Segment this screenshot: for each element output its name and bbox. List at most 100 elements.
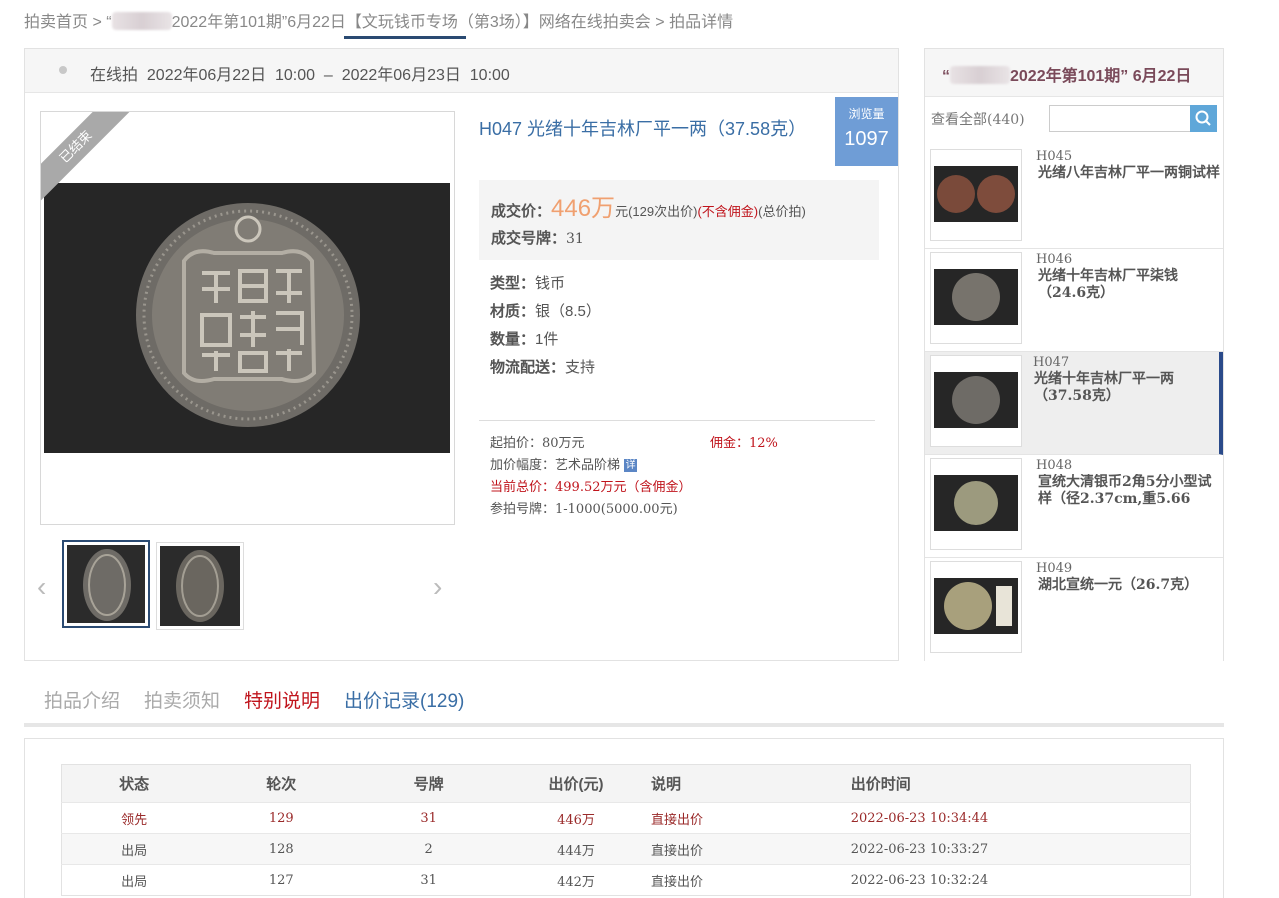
bid-note: 直接出价	[650, 833, 851, 865]
tab-notice[interactable]: 拍卖须知	[144, 686, 220, 713]
search-icon	[1195, 110, 1211, 126]
lot-thumbnail	[930, 561, 1022, 653]
tab-intro[interactable]: 拍品介绍	[44, 686, 120, 713]
col-paddle: 号牌	[356, 764, 502, 803]
table-row: 领先 129 31 446万 直接出价 2022-06-23 10:34:44	[61, 802, 1191, 834]
lot-thumbnail-image	[934, 166, 1018, 222]
bid-increment: 加价幅度：艺术品阶梯	[490, 458, 621, 473]
col-status: 状态	[61, 764, 207, 803]
price-box: 成交价：446万元(129次出价)(不含佣金)(总价拍) 成交号牌：31	[479, 180, 879, 260]
coin-illustration	[954, 481, 998, 525]
lot-code: H045	[1036, 149, 1073, 164]
tab-bid-records[interactable]: 出价记录(129)	[344, 686, 464, 713]
final-price-label: 成交价：	[491, 203, 552, 220]
winning-paddle-value: 31	[566, 231, 584, 247]
lot-name: 光绪十年吉林厂平柒钱（24.6克）	[1038, 268, 1178, 301]
bid-amount: 442万	[501, 864, 651, 896]
lot-list-item-current[interactable]: H047 光绪十年吉林厂平一两（37.58克）	[925, 352, 1223, 455]
breadcrumb-auction-name: 2022年第101期”6月22日【文玩钱币专场（第3场）】网络在线拍卖会	[171, 14, 651, 31]
lot-thumbnail	[930, 355, 1022, 447]
lot-code: H049	[1036, 561, 1073, 576]
breadcrumb-home-link[interactable]: 拍卖首页	[24, 14, 88, 31]
redacted-text-blur	[950, 66, 1010, 84]
side-title-quote: “	[942, 68, 950, 85]
lot-search-input[interactable]	[1049, 105, 1191, 132]
attribute-value: 1件	[535, 331, 559, 348]
attribute-value: 钱币	[535, 275, 566, 292]
lot-name: 湖北宣统一元（26.7克）	[1038, 577, 1199, 593]
attribute-quantity: 数量：1件	[490, 328, 601, 356]
side-header: “ 2022年第101期” 6月22日	[925, 49, 1223, 97]
session-bar: 在线拍 2022年06月22日 10:00 – 2022年06月23日 10:0…	[25, 49, 898, 93]
attribute-type: 类型：钱币	[490, 272, 601, 300]
session-time: 在线拍 2022年06月22日 10:00 – 2022年06月23日 10:0…	[90, 67, 510, 84]
bid-table-header: 状态 轮次 号牌 出价(元) 说明 出价时间	[61, 764, 1191, 803]
price-unit: 元	[615, 204, 629, 219]
coin-illustration	[944, 582, 1012, 630]
thumbnail-image	[160, 546, 240, 626]
attribute-key: 材质：	[490, 303, 536, 320]
bid-records-panel: 状态 轮次 号牌 出价(元) 说明 出价时间 领先 129 31 446万 直接…	[24, 738, 1224, 898]
bid-status: 出局	[61, 864, 207, 896]
table-row: 出局 127 31 442万 直接出价 2022-06-23 10:32:24	[61, 864, 1191, 896]
lot-list-item[interactable]: H048 宣统大清银币2角5分小型试样（径2.37cm,重5.66	[925, 455, 1223, 558]
total-price-note: (总价拍)	[758, 204, 806, 219]
lot-code: H047	[1033, 355, 1070, 370]
lot-name: 宣统大清银币2角5分小型试样（径2.37cm,重5.66	[1038, 474, 1212, 507]
lot-thumbnail-image	[934, 269, 1018, 325]
lot-list-item[interactable]: H045 光绪八年吉林厂平一两铜试样	[925, 146, 1223, 249]
winning-paddle-label: 成交号牌：	[491, 230, 567, 247]
breadcrumb-current: 拍品详情	[669, 14, 734, 31]
bid-amount: 446万	[501, 802, 651, 834]
coin-illustration	[952, 376, 1000, 424]
lot-list-item[interactable]: H046 光绪十年吉林厂平柒钱（24.6克）	[925, 249, 1223, 352]
paddle-range: 参拍号牌：1-1000(5000.00元)	[490, 502, 678, 517]
coin-thumb-illustration	[176, 550, 224, 622]
lot-name: 光绪八年吉林厂平一两铜试样	[1038, 165, 1220, 181]
coin-main-image[interactable]	[44, 183, 450, 453]
col-time: 出价时间	[850, 764, 1191, 803]
thumbnail-reverse[interactable]	[156, 542, 244, 630]
views-badge: 浏览量 1097	[835, 97, 898, 166]
lot-code: H046	[1036, 252, 1073, 267]
chevron-left-icon[interactable]: ‹	[37, 571, 46, 603]
views-label: 浏览量	[848, 107, 885, 121]
breadcrumb-separator: >	[655, 14, 665, 31]
search-button[interactable]	[1190, 105, 1217, 132]
bid-note: 直接出价	[650, 864, 851, 896]
breadcrumb: 拍卖首页 > “ 2022年第101期”6月22日【文玩钱币专场（第3场）】网络在…	[24, 8, 733, 32]
lot-list-item[interactable]: H049 湖北宣统一元（26.7克）	[925, 558, 1223, 661]
term-start-price-row: 起拍价：80万元 佣金：12%	[490, 432, 778, 454]
bid-paddle: 31	[356, 802, 502, 834]
lot-thumbnail	[930, 149, 1022, 241]
chevron-right-icon[interactable]: ›	[433, 571, 442, 603]
view-all-link[interactable]: 查看全部(440)	[931, 109, 1025, 129]
final-price-value: 446万	[551, 195, 616, 222]
bid-paddle: 31	[356, 864, 502, 896]
lot-thumbnail-image	[934, 475, 1018, 531]
attribute-value: 银（8.5）	[535, 303, 601, 320]
redacted-text-blur	[111, 12, 172, 30]
auction-terms: 起拍价：80万元 佣金：12% 加价幅度：艺术品阶梯 详 当前总价：499.52万…	[490, 432, 778, 520]
thumbnail-obverse[interactable]	[62, 540, 150, 628]
tab-special[interactable]: 特别说明	[244, 686, 320, 713]
commission-rate: 佣金：12%	[710, 436, 778, 451]
final-price-row: 成交价：446万元(129次出价)(不含佣金)(总价拍)	[491, 188, 806, 223]
attribute-shipping: 物流配送：支持	[490, 356, 601, 384]
col-round: 轮次	[206, 764, 357, 803]
attribute-value: 支持	[565, 359, 596, 376]
start-price: 起拍价：80万元	[490, 436, 585, 451]
breadcrumb-auction-link[interactable]: “ 2022年第101期”6月22日【文玩钱币专场（第3场）】网络在线拍卖会	[106, 12, 651, 31]
table-row: 出局 128 2 444万 直接出价 2022-06-23 10:33:27	[61, 833, 1191, 865]
col-note: 说明	[650, 764, 851, 803]
term-increment-row: 加价幅度：艺术品阶梯 详	[490, 454, 778, 476]
main-image-frame[interactable]: 已结束	[40, 111, 455, 525]
bid-status: 领先	[61, 802, 207, 834]
increment-detail-icon[interactable]: 详	[624, 459, 638, 472]
col-bid: 出价(元)	[501, 764, 651, 803]
bid-amount: 444万	[501, 833, 651, 865]
current-total-price: 当前总价：499.52万元（含佣金）	[490, 480, 692, 495]
tab-rule	[24, 723, 1224, 727]
bid-table: 状态 轮次 号牌 出价(元) 说明 出价时间 领先 129 31 446万 直接…	[61, 764, 1191, 896]
lot-code: H048	[1036, 458, 1073, 473]
